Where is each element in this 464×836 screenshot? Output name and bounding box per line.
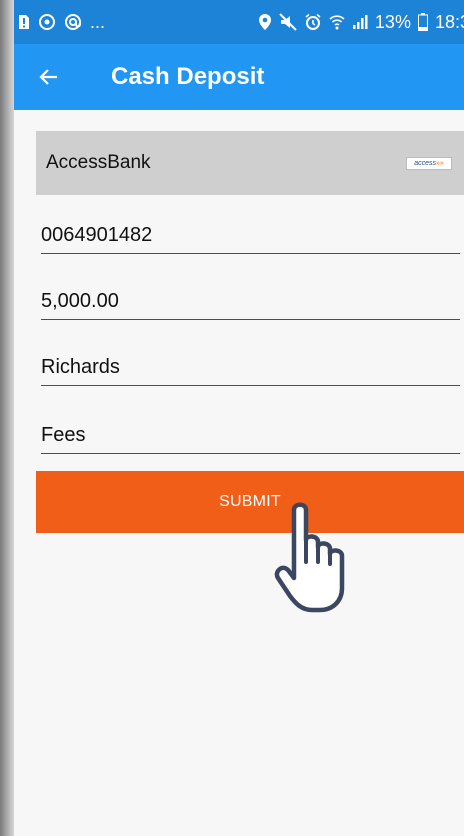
- phone-screen: ... 13% 18:3: [14, 0, 464, 836]
- back-button[interactable]: [34, 61, 62, 93]
- page-title: Cash Deposit: [111, 63, 265, 90]
- battery-icon: [417, 13, 428, 31]
- narration-field[interactable]: Fees: [41, 417, 460, 454]
- bank-selector[interactable]: AccessBank access»»: [36, 131, 464, 195]
- amount-field[interactable]: 5,000.00: [41, 283, 460, 320]
- account-number-value: 0064901482: [41, 224, 153, 246]
- depositor-name-field[interactable]: Richards: [41, 349, 460, 386]
- pointing-hand-icon: [274, 502, 345, 613]
- mute-icon: [279, 13, 297, 31]
- bank-logo-text: access: [414, 160, 436, 167]
- sim-alert-icon: [18, 14, 30, 30]
- status-left-group: ...: [18, 10, 105, 34]
- sync-icon: [38, 13, 56, 31]
- amount-value: 5,000.00: [41, 290, 119, 312]
- status-bar: ... 13% 18:3: [14, 0, 464, 44]
- alarm-icon: [304, 13, 322, 31]
- app-bar: Cash Deposit: [14, 44, 464, 110]
- narration-value: Fees: [41, 424, 86, 446]
- clock-text: 18:3: [434, 11, 464, 32]
- submit-button[interactable]: SUBMIT: [36, 471, 464, 533]
- access-bank-logo: access»»: [406, 157, 452, 170]
- depositor-name-value: Richards: [41, 356, 120, 378]
- bank-name: AccessBank: [46, 152, 151, 173]
- account-number-field[interactable]: 0064901482: [41, 217, 460, 254]
- bank-logo-arrows: »»: [436, 160, 444, 167]
- left-edge-shadow: [0, 0, 14, 836]
- more-notifications-text: ...: [90, 11, 106, 32]
- arrow-left-icon: [39, 69, 57, 85]
- battery-percent-text: 13%: [374, 11, 411, 32]
- location-icon: [258, 13, 272, 31]
- signal-icon: [352, 14, 368, 30]
- status-right-group: 13% 18:3: [258, 10, 464, 34]
- at-icon: [64, 13, 82, 31]
- wifi-icon: [329, 13, 345, 31]
